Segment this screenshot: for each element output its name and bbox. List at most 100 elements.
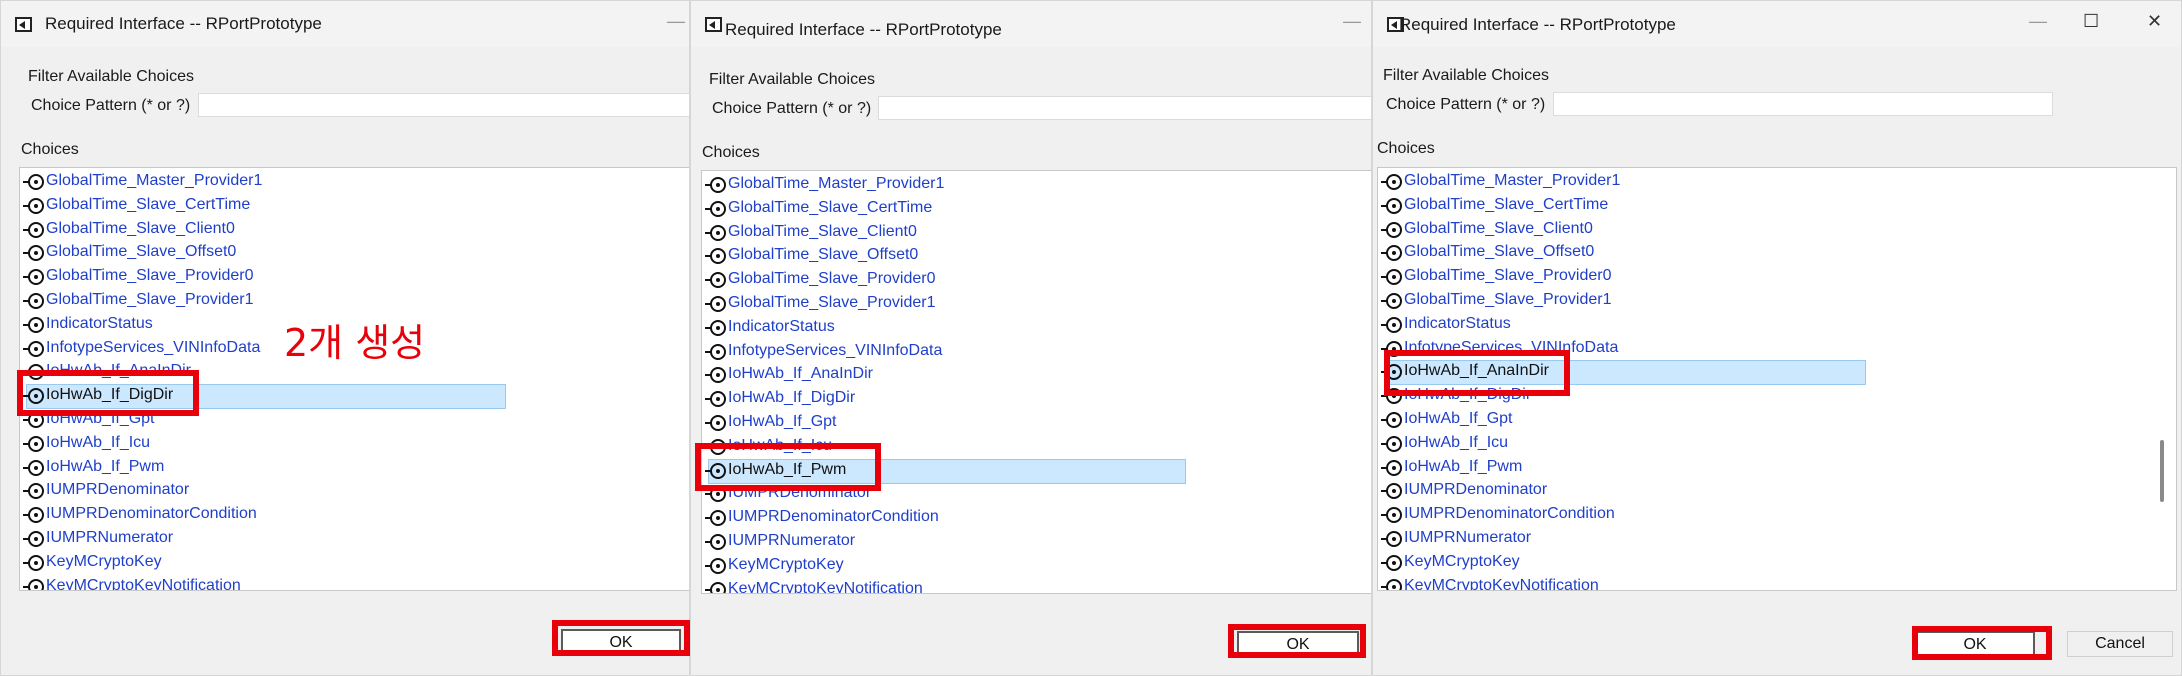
list-item[interactable]: GlobalTime_Slave_Provider0: [702, 270, 1371, 294]
list-item[interactable]: KeyMCryptoKeyNotification: [702, 580, 1371, 593]
list-item-label: GlobalTime_Slave_Provider0: [1404, 267, 1612, 285]
list-item[interactable]: IoHwAb_If_Gpt: [1378, 410, 2176, 434]
maximize-icon[interactable]: ☐: [2083, 11, 2099, 32]
list-item-label: IoHwAb_If_Icu: [46, 433, 151, 451]
list-item-label: IndicatorStatus: [1404, 314, 1511, 332]
list-item[interactable]: GlobalTime_Slave_Offset0: [20, 243, 689, 267]
list-item[interactable]: GlobalTime_Slave_Offset0: [702, 246, 1371, 270]
interface-icon: [23, 578, 44, 590]
close-icon[interactable]: ✕: [2147, 11, 2162, 32]
list-item[interactable]: GlobalTime_Slave_CertTime: [20, 195, 689, 220]
list-item[interactable]: GlobalTime_Slave_Provider0: [20, 267, 689, 291]
interface-icon: [705, 581, 726, 593]
interface-icon: [705, 248, 726, 265]
list-item[interactable]: IUMPRDenominatorCondition: [1378, 505, 2176, 529]
interface-icon: [23, 483, 44, 500]
list-item[interactable]: IUMPRDenominatorCondition: [20, 505, 689, 529]
title-bar[interactable]: Required Interface -- RPortPrototype —: [691, 1, 1371, 47]
list-item[interactable]: KeyMCryptoKey: [1378, 553, 2176, 577]
window-title: Required Interface -- RPortPrototype: [1399, 15, 1676, 34]
list-item[interactable]: KeyMCryptoKey: [702, 555, 1371, 580]
choice-pattern-input[interactable]: [1553, 92, 2053, 116]
interface-icon: [23, 554, 44, 571]
list-item[interactable]: GlobalTime_Master_Provider1: [702, 175, 1371, 199]
list-item[interactable]: IoHwAb_If_Gpt: [702, 413, 1371, 437]
interface-icon: [23, 531, 44, 547]
list-item[interactable]: GlobalTime_Slave_Provider1: [1378, 291, 2176, 315]
highlight-box-selected-item-1: [17, 370, 199, 416]
cancel-button[interactable]: Cancel: [2067, 631, 2173, 657]
choices-label: Choices: [702, 144, 760, 161]
interface-icon: [1381, 507, 1402, 524]
dialog-2: Required Interface -- RPortPrototype — F…: [690, 0, 1372, 676]
list-item[interactable]: IUMPRNumerator: [1378, 529, 2176, 553]
list-item[interactable]: IoHwAb_If_AnaInDir: [702, 365, 1371, 389]
list-item-label: KeyMCryptoKeyNotification: [46, 576, 241, 591]
list-item[interactable]: IoHwAb_If_Icu: [1378, 434, 2176, 458]
list-item[interactable]: GlobalTime_Slave_Provider1: [702, 294, 1371, 318]
list-item-label: KeyMCryptoKey: [728, 555, 844, 573]
list-item[interactable]: IoHwAb_If_Pwm: [1378, 458, 2176, 482]
list-item[interactable]: GlobalTime_Slave_Client0: [20, 219, 689, 244]
list-item[interactable]: IUMPRDenominator: [1378, 481, 2176, 505]
choice-pattern-label: Choice Pattern (* or ?): [1386, 96, 1546, 113]
list-item[interactable]: KeyMCryptoKeyNotification: [20, 576, 689, 591]
list-item[interactable]: IoHwAb_If_DigDir: [702, 389, 1371, 413]
minimize-icon[interactable]: —: [1343, 11, 1361, 32]
interface-icon: [1381, 483, 1402, 500]
list-item-label: GlobalTime_Slave_Provider0: [46, 267, 254, 285]
filter-group-label: Filter Available Choices: [709, 71, 876, 88]
interface-icon: [1381, 316, 1402, 333]
minimize-icon[interactable]: —: [667, 11, 685, 32]
list-item-label: GlobalTime_Slave_CertTime: [1404, 195, 1609, 213]
list-item[interactable]: IndicatorStatus: [1378, 315, 2176, 339]
list-item-label: IUMPRNumerator: [46, 529, 174, 546]
choice-pattern-input[interactable]: [198, 93, 689, 117]
list-item[interactable]: InfotypeServices_VINInfoData: [702, 342, 1371, 366]
list-item[interactable]: GlobalTime_Slave_Client0: [1378, 220, 2176, 244]
choice-pattern-label: Choice Pattern (* or ?): [712, 100, 872, 117]
list-item[interactable]: IUMPRNumerator: [20, 529, 689, 553]
interface-icon: [23, 245, 44, 262]
list-item[interactable]: IUMPRNumerator: [702, 532, 1371, 556]
list-item[interactable]: GlobalTime_Master_Provider1: [20, 172, 689, 196]
list-item-label: GlobalTime_Slave_CertTime: [46, 195, 251, 213]
list-item[interactable]: GlobalTime_Slave_CertTime: [702, 199, 1371, 223]
list-item[interactable]: GlobalTime_Slave_Offset0: [1378, 243, 2176, 267]
title-bar[interactable]: Required Interface -- RPortPrototype — ☐…: [1373, 1, 2181, 47]
list-item-label: IUMPRDenominator: [46, 481, 190, 499]
list-item[interactable]: KeyMCryptoKeyNotification: [1378, 577, 2176, 590]
list-item[interactable]: IoHwAb_If_Pwm: [20, 458, 689, 482]
list-item[interactable]: GlobalTime_Master_Provider1: [1378, 172, 2176, 196]
interface-icon: [1381, 554, 1402, 571]
list-item-label: GlobalTime_Slave_Client0: [728, 222, 917, 240]
list-item-label: IoHwAb_If_Icu: [1404, 433, 1509, 451]
list-item-label: IUMPRNumerator: [728, 532, 856, 549]
list-item-label: IUMPRNumerator: [1404, 529, 1532, 546]
list-item-label: IUMPRDenominatorCondition: [46, 505, 257, 523]
list-item[interactable]: GlobalTime_Slave_Provider0: [1378, 267, 2176, 291]
minimize-icon[interactable]: —: [2029, 11, 2047, 32]
list-item-label: IndicatorStatus: [728, 317, 835, 335]
list-item[interactable]: IUMPRDenominator: [20, 481, 689, 505]
title-bar[interactable]: Required Interface -- RPortPrototype —: [1, 1, 689, 47]
interface-icon: [705, 343, 726, 360]
list-item[interactable]: KeyMCryptoKey: [20, 553, 689, 577]
list-item[interactable]: GlobalTime_Slave_CertTime: [1378, 196, 2176, 220]
list-item[interactable]: IndicatorStatus: [702, 317, 1371, 342]
list-item[interactable]: GlobalTime_Slave_Client0: [702, 222, 1371, 247]
list-item-label: KeyMCryptoKey: [1404, 552, 1520, 570]
list-item[interactable]: IoHwAb_If_Icu: [20, 433, 689, 458]
list-item-label: GlobalTime_Slave_Offset0: [1404, 243, 1595, 261]
highlight-box-ok-button-2: [1228, 624, 1366, 658]
list-item[interactable]: IUMPRDenominatorCondition: [702, 508, 1371, 532]
highlight-box-ok-button-3: [1912, 626, 2052, 660]
list-item-label: GlobalTime_Slave_Client0: [46, 219, 235, 237]
choices-list[interactable]: GlobalTime_Master_Provider1 GlobalTime_Sl…: [701, 170, 1371, 594]
interface-icon: [705, 415, 726, 431]
list-item-label: IoHwAb_If_DigDir: [728, 389, 856, 407]
choice-pattern-input[interactable]: [878, 96, 1371, 120]
list-item-label: GlobalTime_Slave_Provider1: [46, 291, 254, 308]
filter-group-label: Filter Available Choices: [1383, 67, 1550, 84]
interface-icon: [1381, 245, 1402, 262]
